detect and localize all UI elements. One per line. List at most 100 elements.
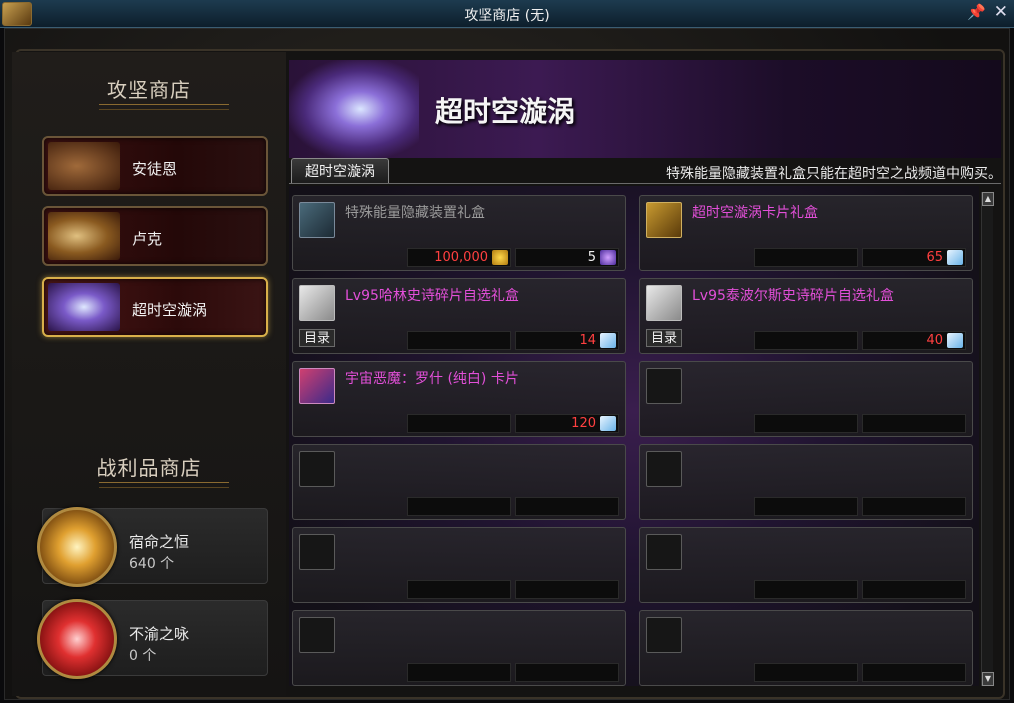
item-name: Lv95泰波尔斯史诗碎片自选礼盒 [692,288,894,304]
price-box: 5 [515,248,619,267]
empty-icon-slot [646,451,682,487]
price-box [407,580,511,599]
crystal-icon [947,333,963,348]
window-title: 攻坚商店 (无) [464,8,550,24]
purchase-notice: 特殊能量隐藏装置礼盒只能在超时空之战频道中购买。 [666,166,1002,182]
shop-button-luke[interactable]: 卢克 [42,206,268,266]
price-value: 14 [579,333,596,348]
item-slot[interactable]: 超时空漩涡卡片礼盒 65 [639,195,973,271]
shop-sidebar: 攻坚商店 安徒恩 卢克 超时空漩涡 战利品商店 宿命之恒 640 个 不渝之咏 … [12,52,286,696]
currency-fate: 宿命之恒 640 个 [37,507,268,587]
price-value: 100,000 [434,250,488,265]
loot-section-title: 战利品商店 [96,456,202,480]
banner-title: 超时空漩涡 [435,95,576,128]
scroll-up-arrow-icon[interactable]: ▲ [982,192,994,206]
shop-button-label: 卢克 [132,230,163,248]
price-box [754,248,858,267]
item-name: Lv95哈林史诗碎片自选礼盒 [345,288,519,304]
price-box [515,497,619,516]
empty-item-slot [639,527,973,603]
catalog-button[interactable]: 目录 [299,329,335,347]
box-icon [299,202,335,238]
title-bar: 攻坚商店 (无) 📌 ✕ [0,0,1014,28]
price-box [754,663,858,682]
title-ornament [99,104,229,110]
epic-box-icon [299,285,335,321]
demon-card-icon [299,368,335,404]
item-slot[interactable]: 目录 Lv95哈林史诗碎片自选礼盒 14 [292,278,626,354]
card-box-icon [646,202,682,238]
price-box: 100,000 [407,248,511,267]
title-ornament [99,482,229,488]
item-name: 超时空漩涡卡片礼盒 [692,205,818,221]
empty-icon-slot [299,617,335,653]
price-box [407,663,511,682]
empty-item-slot [292,527,626,603]
price-value: 65 [926,250,943,265]
price-box [862,497,966,516]
price-box [515,580,619,599]
item-name: 宇宙恶魔：罗什 (纯白) 卡片 [345,371,519,387]
vortex-portrait-icon [48,283,120,331]
catalog-button[interactable]: 目录 [646,329,682,347]
price-box [862,414,966,433]
luke-portrait-icon [48,212,120,260]
empty-icon-slot [646,368,682,404]
item-slot[interactable]: 目录 Lv95泰波尔斯史诗碎片自选礼盒 40 [639,278,973,354]
price-value: 40 [926,333,943,348]
fate-emblem-icon [37,507,117,587]
vortex-banner-art [289,60,419,158]
price-box [407,331,511,350]
unchanging-emblem-icon [37,599,117,679]
price-value: 120 [571,416,596,431]
empty-item-slot [292,610,626,686]
price-value: 5 [587,250,596,265]
price-box [754,331,858,350]
price-box [862,663,966,682]
price-box: 40 [862,331,966,350]
empty-icon-slot [299,451,335,487]
currency-name: 不渝之咏 [129,625,190,643]
empty-item-slot [292,444,626,520]
empty-item-slot [639,361,973,437]
price-box [407,497,511,516]
empty-icon-slot [646,534,682,570]
price-box [407,414,511,433]
price-box [754,580,858,599]
shop-banner: 超时空漩涡 [289,60,1001,158]
crystal-icon [947,250,963,265]
pin-icon[interactable]: 📌 [967,3,986,21]
shop-button-anton[interactable]: 安徒恩 [42,136,268,196]
price-box [754,497,858,516]
price-box: 14 [515,331,619,350]
empty-item-slot [639,610,973,686]
shop-section-title: 攻坚商店 [107,78,191,102]
empty-icon-slot [646,617,682,653]
crystal-icon [600,416,616,431]
scroll-down-arrow-icon[interactable]: ▼ [982,672,994,686]
epic-box-icon [646,285,682,321]
price-box [754,414,858,433]
tab-divider [289,183,1001,184]
shop-button-label: 安徒恩 [132,160,178,178]
price-box [515,663,619,682]
crystal-icon [600,333,616,348]
tab-vortex[interactable]: 超时空漩涡 [291,158,389,184]
price-box: 65 [862,248,966,267]
close-icon[interactable]: ✕ [994,2,1008,22]
energy-orb-icon [600,250,616,265]
item-name: 特殊能量隐藏装置礼盒 [345,205,485,221]
item-scrollbar[interactable]: ▲ ▼ [981,192,994,686]
item-slot[interactable]: 特殊能量隐藏装置礼盒 100,000 5 [292,195,626,271]
item-slot[interactable]: 宇宙恶魔：罗什 (纯白) 卡片 120 [292,361,626,437]
currency-count: 0 个 [129,648,157,664]
empty-icon-slot [299,534,335,570]
price-box [862,580,966,599]
currency-count: 640 个 [129,556,175,572]
shop-button-label: 超时空漩涡 [132,301,208,319]
anton-portrait-icon [48,142,120,190]
price-box: 120 [515,414,619,433]
empty-item-slot [639,444,973,520]
currency-name: 宿命之恒 [129,533,190,551]
shop-button-vortex[interactable]: 超时空漩涡 [42,277,268,337]
